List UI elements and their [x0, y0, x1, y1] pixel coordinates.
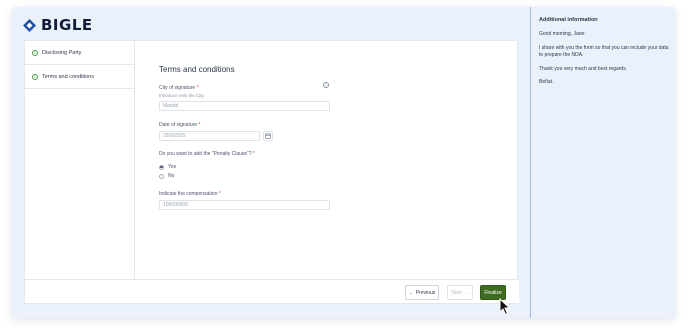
calendar-icon[interactable]	[263, 131, 273, 141]
panel-divider	[530, 7, 531, 318]
city-label-text: City of signature	[159, 85, 196, 91]
required-mark: *	[218, 191, 221, 197]
additional-info-title: Additional information	[539, 17, 598, 23]
previous-label: Previous	[415, 289, 436, 296]
additional-info-panel: Additional information Good morning, Jan…	[539, 17, 669, 93]
radio-no-label: No	[168, 173, 175, 179]
form-footer: ← Previous Next → Finalize	[25, 279, 519, 303]
date-label-text: Date of signature	[159, 122, 198, 128]
steps-sidebar: ✓ Disclosing Party ✓ Terms and condition…	[25, 41, 135, 281]
previous-button[interactable]: ← Previous	[405, 285, 439, 300]
step-label: Disclosing Party	[42, 49, 82, 56]
step-terms-and-conditions[interactable]: ✓ Terms and conditions	[25, 65, 134, 89]
step-label: Terms and conditions	[42, 73, 94, 80]
form-card: ✓ Disclosing Party ✓ Terms and condition…	[24, 40, 519, 304]
radio-yes[interactable]: Yes	[159, 164, 339, 170]
additional-info-signature: Beñat.	[539, 79, 554, 86]
date-row: 29/9/2025	[159, 131, 339, 141]
step-disclosing-party[interactable]: ✓ Disclosing Party	[25, 41, 134, 65]
compensation-label-text: Indicate the compensation	[159, 191, 218, 197]
arrow-right-icon: →	[463, 289, 469, 296]
city-input[interactable]: Madrid	[159, 101, 330, 111]
terms-form: Terms and conditions City of signature *…	[159, 65, 339, 210]
compensation-field-group: Indicate the compensation * 100000000	[159, 191, 339, 210]
mouse-pointer-icon	[499, 297, 511, 321]
required-mark: *	[196, 85, 199, 91]
next-label: Next	[451, 289, 462, 296]
compensation-input[interactable]: 100000000	[159, 200, 330, 210]
city-hint: Introduce only the City.	[159, 93, 205, 98]
required-mark: *	[198, 122, 201, 128]
penalty-field-group: Do you want to add the "Penalty Clause"?…	[159, 151, 339, 179]
date-input[interactable]: 29/9/2025	[159, 131, 260, 141]
question-circle-icon[interactable]: ?	[323, 82, 329, 88]
radio-yes-label: Yes	[168, 164, 177, 170]
additional-info-thanks: Thank you very much and best regards.	[539, 65, 628, 72]
radio-selected-icon[interactable]	[159, 164, 164, 170]
bigle-logo-icon	[23, 18, 36, 32]
city-label: City of signature *	[159, 85, 339, 91]
form-title: Terms and conditions	[159, 65, 235, 74]
check-circle-icon: ✓	[32, 49, 38, 56]
next-button[interactable]: Next →	[447, 285, 473, 300]
additional-info-body: I share with you the form so that you ca…	[539, 45, 669, 58]
penalty-label-text: Do you want to add the "Penalty Clause"?	[159, 151, 252, 157]
arrow-left-icon: ←	[408, 289, 414, 296]
date-label: Date of signature *	[159, 122, 339, 128]
finalize-label: Finalize	[484, 289, 502, 296]
app-window: BIGLE ✓ Disclosing Party ✓ Terms and con…	[12, 7, 675, 318]
check-circle-icon: ✓	[32, 73, 38, 80]
compensation-label: Indicate the compensation *	[159, 191, 339, 197]
brand-logo: BIGLE	[23, 16, 93, 34]
radio-no[interactable]: No	[159, 173, 339, 179]
brand-name: BIGLE	[41, 16, 93, 34]
required-mark: *	[253, 151, 256, 157]
city-field-group: City of signature * Introduce only the C…	[159, 82, 339, 111]
radio-unselected-icon[interactable]	[159, 173, 164, 179]
additional-info-greeting: Good morning, Jane:	[539, 31, 586, 38]
date-field-group: Date of signature * 29/9/2025	[159, 122, 339, 141]
